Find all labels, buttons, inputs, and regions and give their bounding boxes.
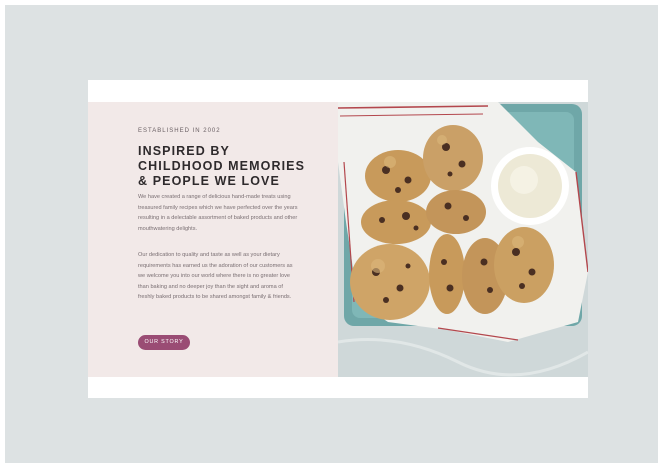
dedication-paragraph: Our dedication to quality and taste as w… (138, 252, 293, 300)
cookies-illustration (338, 102, 588, 377)
headline-line-2: CHILDHOOD MEMORIES (138, 159, 306, 173)
hero-headline: INSPIRED BY CHILDHOOD MEMORIES & PEOPLE … (138, 144, 323, 189)
cookies-photo (338, 102, 588, 377)
our-story-button[interactable]: OUR STORY (138, 335, 190, 350)
about-text-panel: ESTABLISHED IN 2002 INSPIRED BY CHILDHOO… (88, 102, 338, 377)
headline-line-3: & PEOPLE WE LOVE (138, 174, 280, 188)
established-label: ESTABLISHED IN 2002 (138, 128, 221, 134)
page-background: ESTABLISHED IN 2002 INSPIRED BY CHILDHOO… (5, 5, 658, 463)
headline-line-1: INSPIRED BY (138, 144, 230, 158)
hero-card: ESTABLISHED IN 2002 INSPIRED BY CHILDHOO… (88, 80, 588, 398)
intro-paragraph: We have created a range of delicious han… (138, 194, 298, 232)
